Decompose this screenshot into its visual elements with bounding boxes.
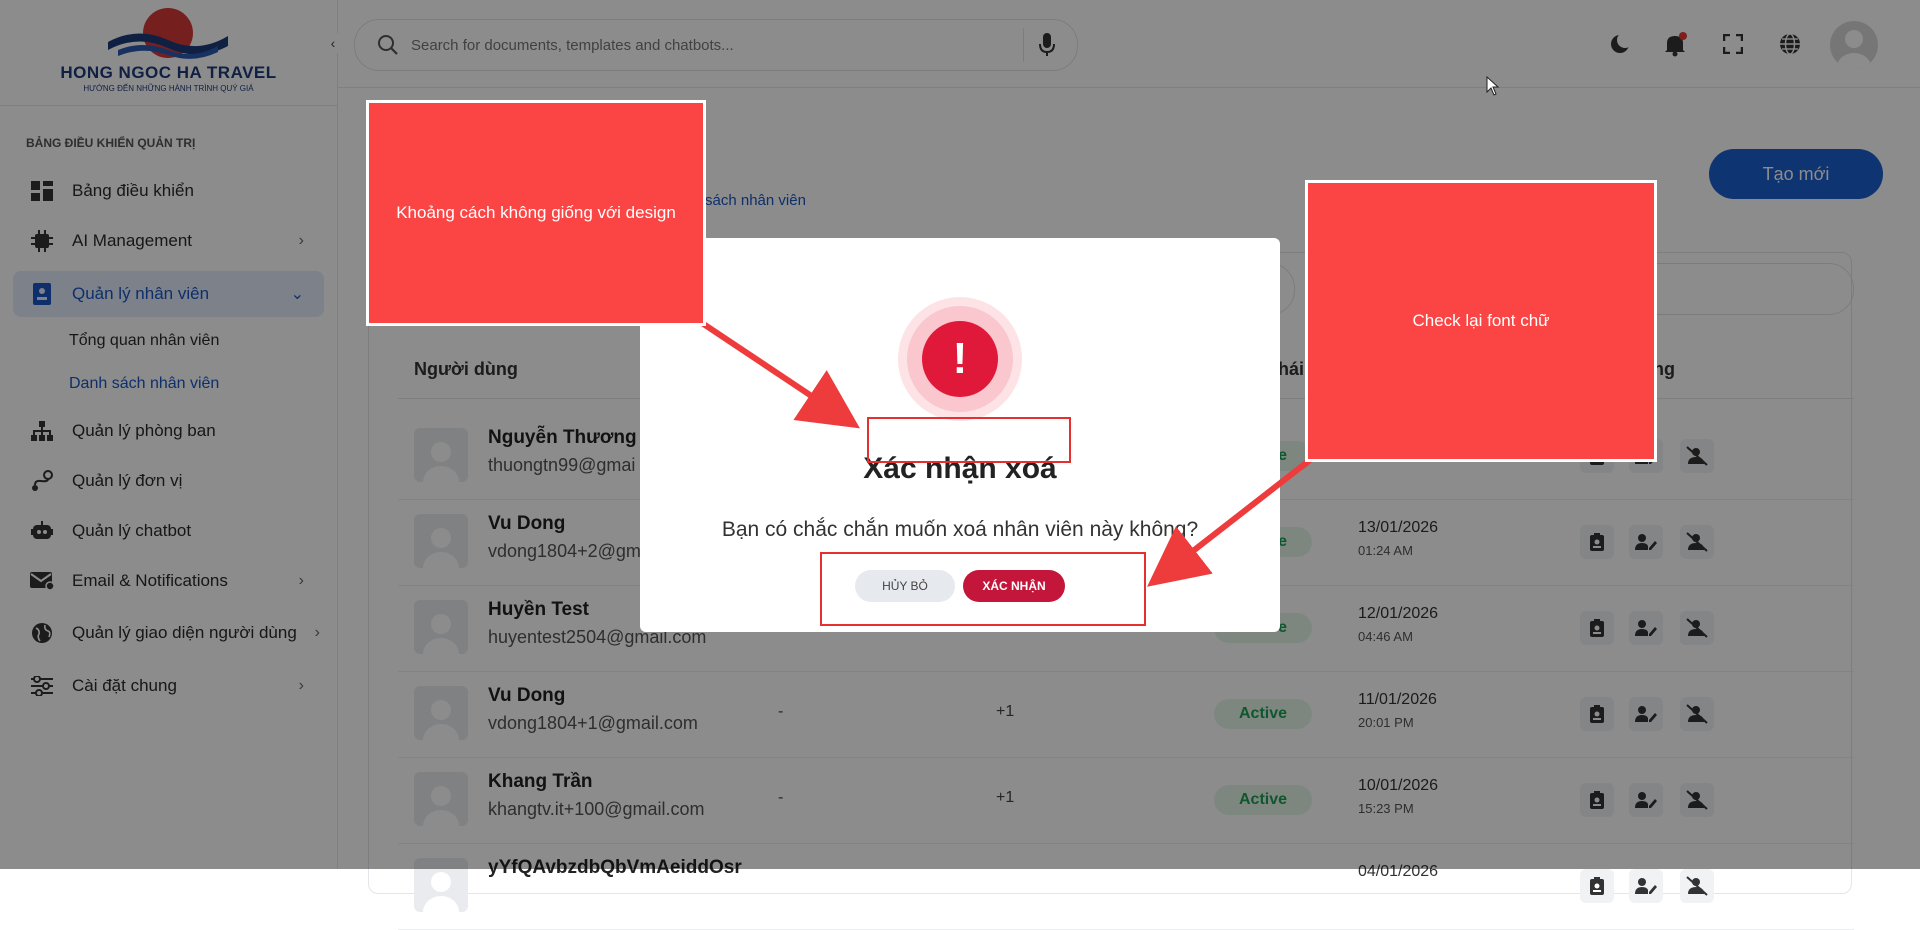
arrow-to-buttons [1147,457,1312,587]
mouse-cursor-icon [1486,76,1500,96]
arrow-to-spacing [700,320,860,429]
annotation-note-spacing: Khoảng cách không giống với design [366,100,706,326]
edit-user-icon[interactable] [1629,869,1663,903]
disable-user-icon[interactable] [1680,869,1714,903]
annotation-note-font: Check lại font chữ [1305,180,1657,462]
view-badge-icon[interactable] [1580,869,1614,903]
